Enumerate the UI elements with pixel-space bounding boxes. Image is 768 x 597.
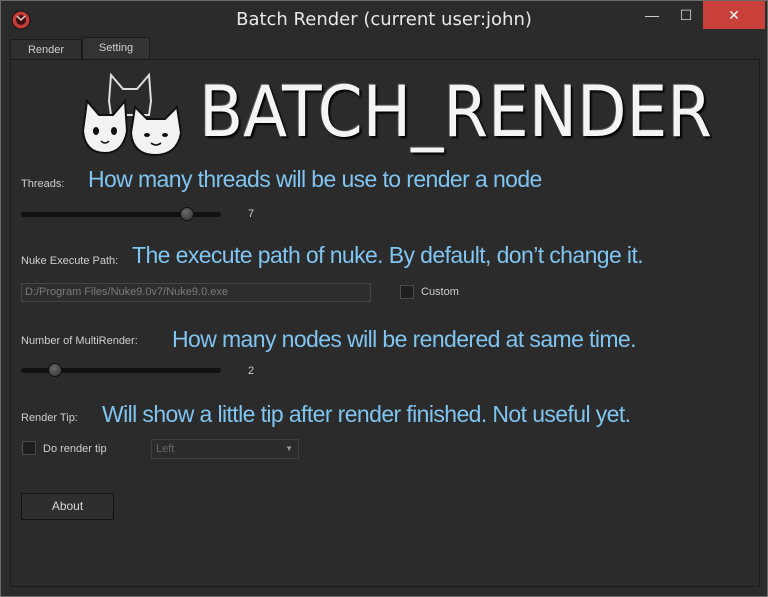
chevron-down-icon: ▼ [285,444,293,453]
app-logo-text: BATCH_RENDER [199,71,713,153]
title-bar[interactable]: Batch Render (current user:john) — ☐ ✕ [1,1,767,39]
tab-setting[interactable]: Setting [82,37,150,60]
multi-render-value: 2 [248,365,255,377]
nuke-path-label: Nuke Execute Path: [21,255,119,267]
threads-slider[interactable] [21,206,221,222]
do-render-tip-checkbox[interactable] [22,441,36,455]
tab-render[interactable]: Render [10,39,82,60]
slider-handle[interactable] [180,207,194,221]
app-window: Batch Render (current user:john) — ☐ ✕ R… [0,0,768,597]
minimize-button[interactable]: — [637,1,667,29]
nuke-path-note: The execute path of nuke. By default, do… [132,242,644,268]
render-tip-label: Render Tip: [21,412,78,424]
threads-label: Threads: [21,178,65,190]
nuke-path-input[interactable]: D:/Program Files/Nuke9.0v7/Nuke9.0.exe [21,283,371,302]
multi-render-note: How many nodes will be rendered at same … [172,326,637,352]
multi-render-label: Number of MultiRender: [21,335,138,347]
tip-position-value: Left [156,443,175,455]
custom-checkbox-label: Custom [421,286,459,298]
threads-value: 7 [248,208,255,220]
three-cats-icon [81,72,183,157]
threads-note: How many threads will be use to render a… [88,166,542,192]
multi-render-slider[interactable] [21,362,221,378]
slider-handle[interactable] [48,363,62,377]
about-button[interactable]: About [21,493,114,520]
custom-checkbox[interactable] [400,285,414,299]
tip-position-select[interactable]: Left ▼ [151,439,299,459]
render-tip-note: Will show a little tip after render fini… [102,401,631,427]
maximize-button[interactable]: ☐ [671,1,701,29]
close-button[interactable]: ✕ [703,1,765,29]
do-render-tip-label: Do render tip [43,443,107,455]
